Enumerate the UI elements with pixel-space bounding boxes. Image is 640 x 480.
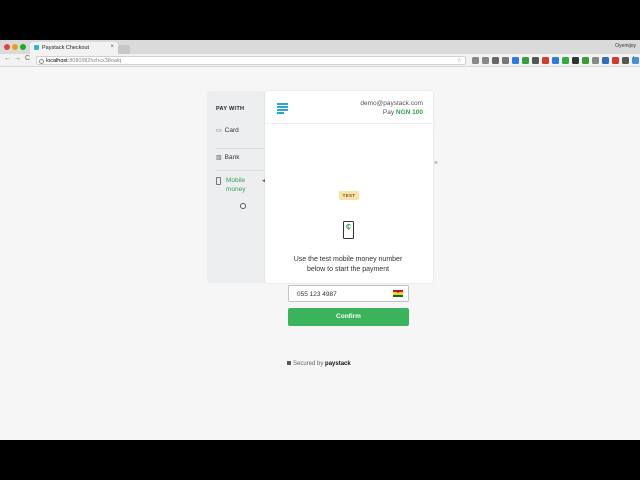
browser-extension-icon[interactable] xyxy=(612,57,619,64)
forward-arrow-icon[interactable]: → xyxy=(13,55,22,62)
browser-extension-icon[interactable] xyxy=(512,57,519,64)
test-mode-badge: TEST xyxy=(339,191,359,200)
pay-amount: NGN 100 xyxy=(395,109,423,116)
bookmark-star-icon[interactable]: ☆ xyxy=(457,57,462,64)
mouse-cursor-icon xyxy=(240,203,246,209)
payment-methods-panel: PAY WITH ▭ Card ▥ Bank Mobile money xyxy=(207,91,267,283)
paystack-favicon-icon xyxy=(34,45,39,50)
customer-email: demo@paystack.com xyxy=(360,100,423,107)
browser-extension-icon[interactable] xyxy=(592,57,599,64)
url-host: localhost xyxy=(46,58,68,64)
mobile-icon xyxy=(216,177,221,185)
tab-close-icon[interactable]: × xyxy=(110,44,114,50)
window-zoom-button[interactable] xyxy=(20,44,26,50)
browser-extension-icon[interactable] xyxy=(522,57,529,64)
lock-icon xyxy=(287,361,291,365)
confirm-button[interactable]: Confirm xyxy=(288,308,409,326)
browser-extension-icon[interactable] xyxy=(542,57,549,64)
browser-extension-icon[interactable] xyxy=(472,57,479,64)
url-path: :8080/8l2hzhcx38oalq xyxy=(67,58,122,64)
browser-toolbar: ← → C localhost:8080/8l2hzhcx38oalq ☆ ⋮ xyxy=(0,54,640,67)
pay-with-heading: PAY WITH xyxy=(216,106,245,112)
back-arrow-icon[interactable]: ← xyxy=(3,55,12,62)
browser-extension-icon[interactable] xyxy=(532,57,539,64)
new-tab-button[interactable] xyxy=(118,45,130,54)
browser-extension-icon[interactable] xyxy=(492,57,499,64)
tab-title: Paystack Checkout xyxy=(42,45,90,51)
browser-extension-icon[interactable] xyxy=(582,57,589,64)
paystack-logo-icon xyxy=(277,103,288,115)
paystack-brand: paystack xyxy=(325,361,351,367)
close-icon[interactable]: × xyxy=(434,160,438,167)
phone-number-value: 055 123 4987 xyxy=(297,291,337,298)
payment-method-card[interactable]: ▭ Card xyxy=(216,127,264,134)
browser-extension-icon[interactable] xyxy=(482,57,489,64)
reload-icon[interactable]: C xyxy=(23,55,32,62)
browser-extension-icon[interactable] xyxy=(562,57,569,64)
header-divider xyxy=(265,123,433,124)
payment-method-mobile-money[interactable]: Mobile money xyxy=(216,170,264,194)
browser-tab[interactable]: Paystack Checkout × xyxy=(30,42,118,54)
browser-tab-strip: Paystack Checkout × Oyemijoy xyxy=(0,40,640,54)
ghana-flag-icon[interactable]: ★ xyxy=(393,290,403,297)
instruction-text: Use the test mobile money number below t… xyxy=(293,256,403,273)
pay-amount-line: Pay NGN 100 xyxy=(383,109,423,116)
browser-extension-icon[interactable] xyxy=(602,57,609,64)
window-minimize-button[interactable] xyxy=(12,44,18,50)
browser-extension-icon[interactable] xyxy=(572,57,579,64)
payment-method-bank[interactable]: ▥ Bank xyxy=(216,148,264,161)
browser-extension-icon[interactable] xyxy=(502,57,509,64)
bank-icon: ▥ xyxy=(216,155,222,161)
phone-number-input[interactable]: 055 123 4987 ★ xyxy=(288,285,409,302)
secured-text: Secured by xyxy=(293,361,324,367)
address-bar[interactable]: localhost:8080/8l2hzhcx38oalq ☆ xyxy=(36,56,466,65)
page-info-icon[interactable] xyxy=(39,58,44,64)
extension-icons xyxy=(472,57,640,64)
window-close-button[interactable] xyxy=(4,44,10,50)
payment-method-label: Bank xyxy=(224,154,240,162)
browser-extension-icon[interactable] xyxy=(552,57,559,64)
cedi-symbol-icon: ₵ xyxy=(345,224,352,231)
payment-method-label: Card xyxy=(224,127,239,135)
browser-extension-icon[interactable] xyxy=(622,57,629,64)
mobile-phone-icon: ₵ xyxy=(343,221,354,239)
payment-method-label: Mobile money xyxy=(226,177,246,193)
secured-by-footer: Secured by paystack xyxy=(287,361,351,367)
card-icon: ▭ xyxy=(216,128,222,134)
browser-menu-icon[interactable]: ⋮ xyxy=(630,55,637,63)
pay-prefix: Pay xyxy=(382,109,395,116)
profile-name[interactable]: Oyemijoy xyxy=(615,43,636,49)
